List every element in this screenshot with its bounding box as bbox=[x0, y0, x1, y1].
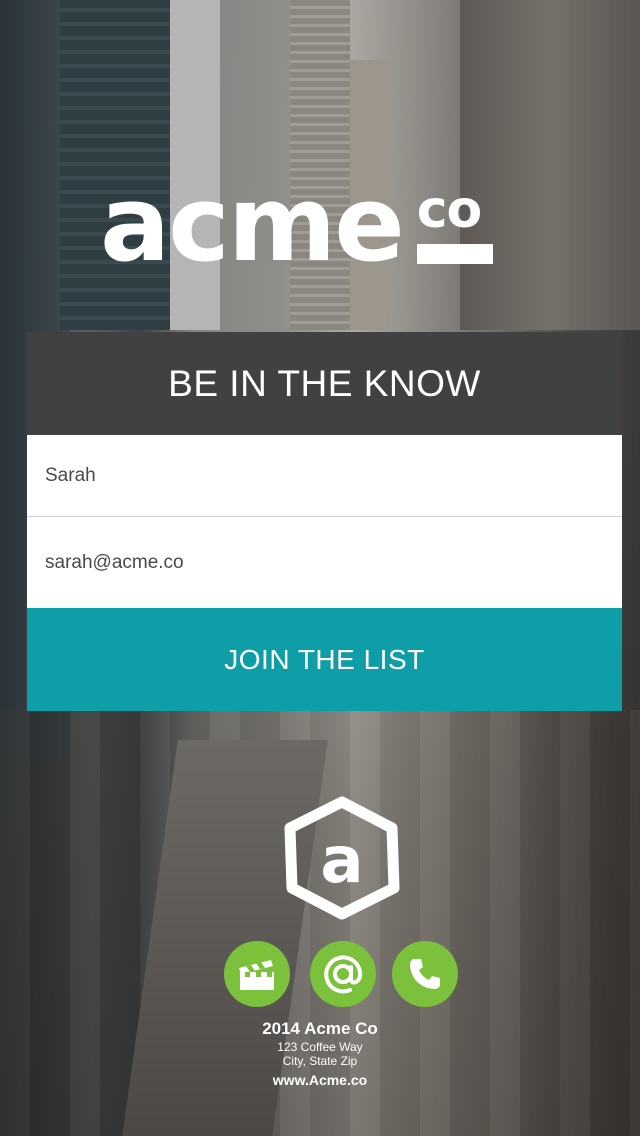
email-button[interactable] bbox=[310, 941, 376, 1007]
name-input[interactable] bbox=[43, 463, 622, 488]
social-icons bbox=[224, 941, 459, 1007]
logo-suffix: co bbox=[416, 180, 493, 264]
email-input[interactable] bbox=[43, 550, 622, 575]
signup-title: BE IN THE KNOW bbox=[168, 362, 481, 404]
acme-emblem-icon: a bbox=[284, 796, 400, 920]
join-list-button[interactable]: JOIN THE LIST bbox=[27, 608, 622, 711]
join-list-label: JOIN THE LIST bbox=[224, 643, 425, 675]
logo-suffix-underline bbox=[416, 244, 493, 264]
video-button[interactable] bbox=[224, 941, 290, 1007]
footer-city: City, State Zip bbox=[282, 1054, 358, 1068]
signup-card: BE IN THE KNOW JOIN THE LIST bbox=[27, 332, 622, 712]
emblem-letter: a bbox=[320, 824, 363, 898]
logo-wordmark: acme bbox=[100, 163, 405, 285]
logo-suffix-text: co bbox=[416, 180, 483, 240]
email-field[interactable] bbox=[27, 517, 622, 608]
footer-website-link[interactable]: www.Acme.co bbox=[200, 1070, 440, 1090]
phone-icon bbox=[410, 959, 440, 989]
signup-header: BE IN THE KNOW bbox=[27, 332, 622, 435]
background-building bbox=[460, 0, 640, 330]
footer: 2014 Acme Co 123 Coffee Way City, State … bbox=[200, 1018, 440, 1090]
phone-button[interactable] bbox=[392, 941, 458, 1007]
footer-company: 2014 Acme Co bbox=[262, 1019, 378, 1038]
name-field[interactable] bbox=[27, 435, 622, 517]
at-sign-icon bbox=[324, 955, 363, 994]
footer-street: 123 Coffee Way bbox=[277, 1040, 363, 1054]
brand-logo: acme co bbox=[100, 163, 550, 285]
clapperboard-icon bbox=[239, 960, 274, 990]
